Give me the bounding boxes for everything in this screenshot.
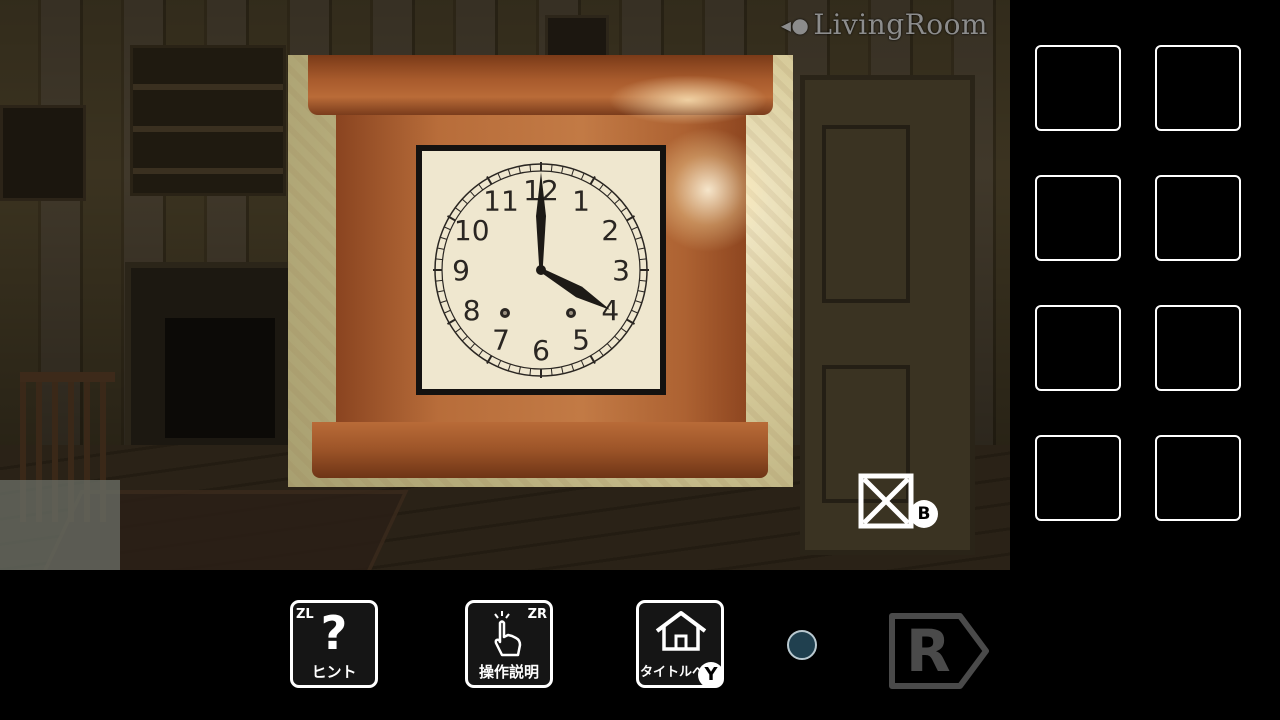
inventory-slot-2[interactable] bbox=[1155, 45, 1241, 131]
fireplace-opening bbox=[165, 318, 275, 438]
tap-hand-icon bbox=[494, 611, 522, 657]
inventory-slot-4[interactable] bbox=[1155, 175, 1241, 261]
inventory-slot-5[interactable] bbox=[1035, 305, 1121, 391]
clock-numeral: 4 bbox=[601, 294, 619, 327]
hint-button[interactable]: ZL ? ヒント bbox=[290, 600, 378, 688]
clock-numeral: 11 bbox=[483, 185, 519, 218]
clock-face[interactable]: 121234567891011 bbox=[416, 145, 666, 395]
close-button-badge: B bbox=[917, 504, 931, 524]
clock-numeral: 6 bbox=[532, 334, 550, 367]
clock-numeral: 2 bbox=[601, 214, 619, 247]
room-name: LivingRoom bbox=[813, 8, 988, 41]
light-glare bbox=[608, 75, 768, 125]
hand-pivot bbox=[536, 265, 546, 275]
zoom-view-clock[interactable]: 121234567891011 bbox=[288, 55, 793, 487]
next-page-button[interactable]: R bbox=[888, 610, 992, 692]
page-dot-icon[interactable] bbox=[787, 630, 817, 660]
door-panel bbox=[822, 125, 910, 303]
clock-numeral: 10 bbox=[454, 214, 490, 247]
inventory-slot-8[interactable] bbox=[1155, 435, 1241, 521]
winding-hole-center bbox=[503, 311, 507, 315]
clock-numeral: 1 bbox=[572, 185, 590, 218]
inventory-slot-3[interactable] bbox=[1035, 175, 1121, 261]
return-to-title-button[interactable]: タイトルへ Y bbox=[636, 600, 724, 688]
return-to-title-label: タイトルへ bbox=[640, 665, 706, 680]
wall-picture bbox=[0, 105, 86, 201]
question-mark-icon: ? bbox=[320, 606, 348, 660]
inventory-slot-7[interactable] bbox=[1035, 435, 1121, 521]
clock-numeral: 7 bbox=[492, 323, 510, 356]
house-icon bbox=[655, 611, 707, 651]
inventory-slot-1[interactable] bbox=[1035, 45, 1121, 131]
controls-help-label: 操作説明 bbox=[478, 663, 539, 681]
bookshelf bbox=[130, 45, 286, 196]
controls-help-button[interactable]: ZR 操作説明 bbox=[465, 600, 553, 688]
close-zoom-button[interactable]: B bbox=[858, 473, 942, 531]
eye-icon: ◂● bbox=[780, 12, 810, 37]
clock-cabinet-base bbox=[312, 422, 768, 478]
table bbox=[0, 480, 120, 570]
clock-numeral: 8 bbox=[463, 294, 481, 327]
y-button-badge: Y bbox=[698, 662, 724, 688]
clock-numeral: 5 bbox=[572, 323, 590, 356]
light-glare bbox=[648, 125, 768, 255]
hint-label: ヒント bbox=[311, 663, 357, 681]
inventory-slot-6[interactable] bbox=[1155, 305, 1241, 391]
room-label: ◂● LivingRoom bbox=[781, 8, 988, 41]
clock-numeral: 3 bbox=[612, 254, 630, 287]
r-button-letter: R bbox=[906, 617, 951, 685]
winding-hole-center bbox=[569, 311, 573, 315]
zr-label: ZR bbox=[527, 607, 547, 622]
clock-numeral: 9 bbox=[452, 254, 470, 287]
